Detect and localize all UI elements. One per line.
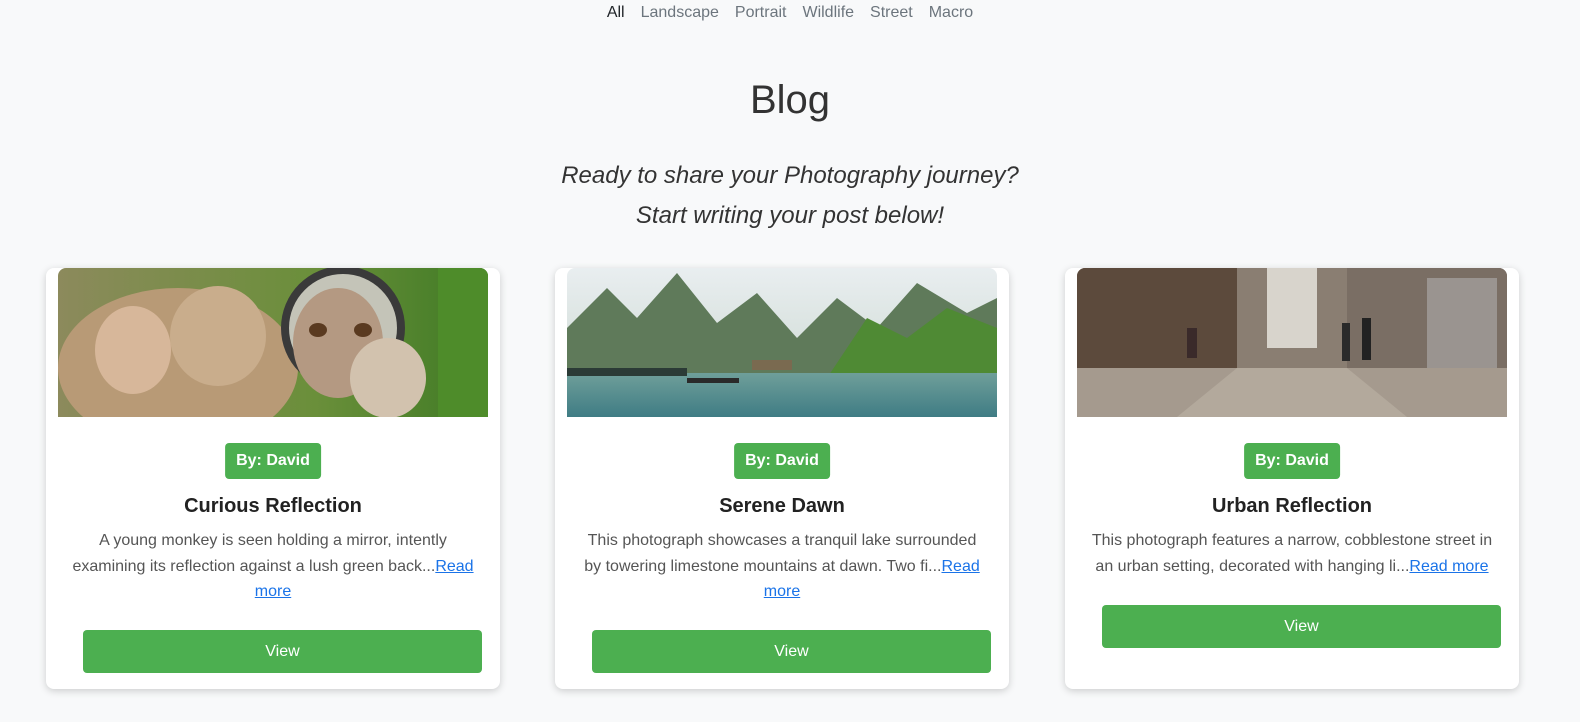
card-excerpt: This photograph showcases a tranquil lak… bbox=[581, 528, 983, 605]
filter-landscape[interactable]: Landscape bbox=[641, 4, 719, 22]
filter-macro[interactable]: Macro bbox=[929, 4, 973, 22]
card-title: Curious Reflection bbox=[184, 495, 362, 517]
blog-card: By: David Urban Reflection This photogra… bbox=[1065, 268, 1519, 689]
author-badge: By: David bbox=[734, 443, 830, 479]
page-title: Blog bbox=[749, 78, 831, 122]
card-excerpt: This photograph features a narrow, cobbl… bbox=[1091, 528, 1493, 579]
view-button[interactable]: View bbox=[83, 630, 482, 673]
blog-card: By: David Curious Reflection A young mon… bbox=[46, 268, 500, 689]
category-filter-nav: All Landscape Portrait Wildlife Street M… bbox=[0, 4, 1580, 22]
filter-portrait[interactable]: Portrait bbox=[735, 4, 787, 22]
excerpt-text: This photograph showcases a tranquil lak… bbox=[584, 532, 977, 575]
card-image-lake bbox=[567, 268, 997, 417]
view-button[interactable]: View bbox=[1102, 605, 1501, 648]
filter-all[interactable]: All bbox=[607, 4, 625, 22]
read-more-link[interactable]: Read more bbox=[1409, 558, 1488, 575]
excerpt-text: A young monkey is seen holding a mirror,… bbox=[72, 532, 447, 575]
card-image-street bbox=[1077, 268, 1507, 417]
card-image-monkey bbox=[58, 268, 488, 417]
blog-card: By: David Serene Dawn This photograph sh… bbox=[555, 268, 1009, 689]
author-badge: By: David bbox=[225, 443, 321, 479]
card-title: Serene Dawn bbox=[719, 495, 845, 517]
tagline: Ready to share your Photography journey?… bbox=[0, 156, 1580, 236]
tagline-line-2: Start writing your post below! bbox=[635, 202, 945, 229]
filter-wildlife[interactable]: Wildlife bbox=[802, 4, 854, 22]
filter-street[interactable]: Street bbox=[870, 4, 913, 22]
card-title: Urban Reflection bbox=[1211, 495, 1373, 517]
tagline-line-1: Ready to share your Photography journey? bbox=[561, 162, 1019, 189]
author-badge: By: David bbox=[1244, 443, 1340, 479]
card-excerpt: A young monkey is seen holding a mirror,… bbox=[72, 528, 474, 605]
view-button[interactable]: View bbox=[592, 630, 991, 673]
